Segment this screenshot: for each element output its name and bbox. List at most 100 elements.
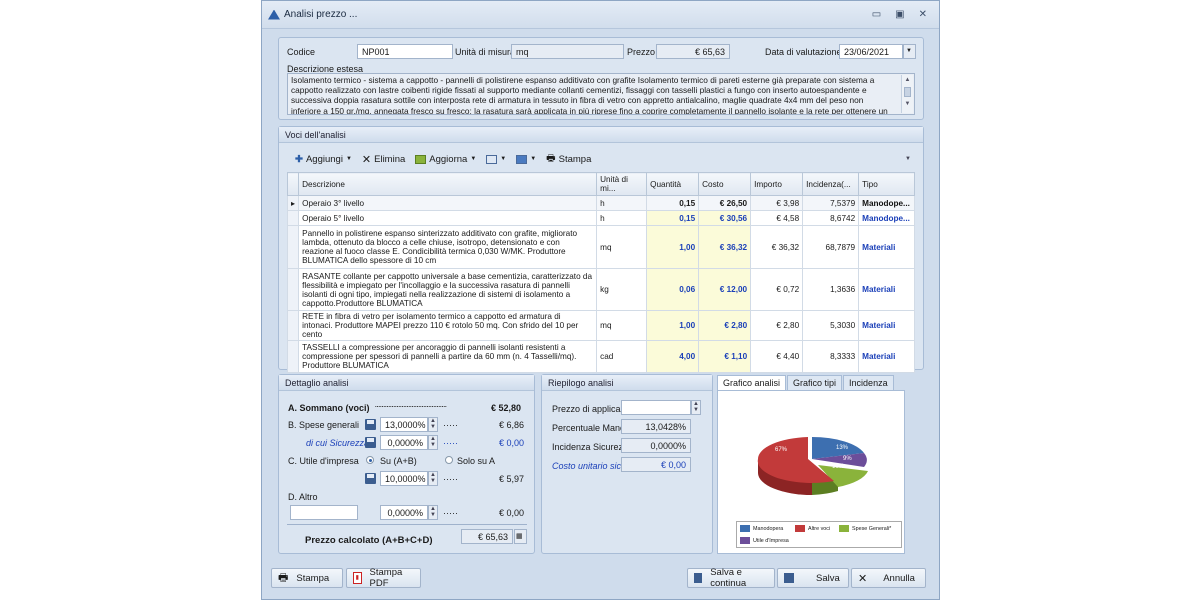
cell-tipo[interactable]: Materiali: [858, 268, 915, 311]
cell-um[interactable]: mq: [596, 225, 648, 269]
save-icon[interactable]: [365, 419, 376, 430]
stampa-toolbar-button[interactable]: 🖶 Stampa: [546, 151, 591, 168]
table-row[interactable]: Operaio 5° livello h 0,15 € 30,56 € 4,58…: [286, 210, 915, 226]
cell-costo[interactable]: € 12,00: [698, 268, 752, 311]
altro-description-input[interactable]: [290, 505, 358, 520]
altro-spinner[interactable]: ▲ ▼: [428, 505, 438, 520]
cell-quantita[interactable]: 0,15: [646, 210, 700, 226]
pie-3d: [757, 437, 868, 495]
toolbar-options-icon[interactable]: ▼: [905, 156, 911, 162]
maximize-button[interactable]: ▣: [895, 9, 904, 20]
row-indicator: [286, 340, 300, 373]
utile-spinner[interactable]: ▲ ▼: [428, 471, 438, 486]
prezzo-calcolato-value: € 65,63: [461, 529, 513, 544]
col-tipo[interactable]: Tipo: [858, 172, 915, 196]
cell-descrizione[interactable]: Operaio 5° livello: [298, 210, 598, 226]
close-button[interactable]: ✕: [919, 9, 927, 20]
sicurezza-spinner[interactable]: ▲ ▼: [428, 435, 438, 450]
col-costo[interactable]: Costo: [698, 172, 752, 196]
export-button[interactable]: ▼: [516, 154, 536, 164]
tab-incidenza[interactable]: Incidenza: [843, 375, 894, 390]
table-row[interactable]: RETE in fibra di vetro per isolamento te…: [286, 310, 915, 341]
cell-incidenza: 7,5379: [802, 195, 860, 211]
minimize-button[interactable]: ▭: [872, 9, 881, 20]
table-row[interactable]: Pannello in polistirene espanso sinteriz…: [286, 225, 915, 269]
cell-costo[interactable]: € 26,50: [698, 195, 752, 211]
codice-label: Codice: [287, 47, 316, 57]
cell-costo[interactable]: € 2,80: [698, 310, 752, 341]
solo-su-a-radio[interactable]: [445, 456, 453, 464]
col-unita[interactable]: Unità di mi...: [596, 172, 648, 196]
col-importo[interactable]: Importo: [750, 172, 804, 196]
altro-pct[interactable]: 0,0000%: [380, 505, 428, 520]
table-row[interactable]: TASSELLI a compressione per ancoraggio d…: [286, 340, 915, 373]
cell-descrizione[interactable]: RASANTE collante per cappotto universale…: [298, 268, 598, 311]
stampa-button[interactable]: 🖶 Stampa: [271, 568, 343, 588]
export-icon: [516, 154, 528, 164]
spese-generali-pct[interactable]: 13,0000%: [380, 417, 428, 432]
utile-pct[interactable]: 10,0000%: [380, 471, 428, 486]
cell-um[interactable]: kg: [596, 268, 648, 311]
cell-um[interactable]: mq: [596, 310, 648, 341]
dettaglio-panel: Dettaglio analisi A. Sommano (voci) ....…: [278, 374, 535, 554]
salva-button[interactable]: Salva: [777, 568, 849, 588]
spese-generali-spinner[interactable]: ▲ ▼: [428, 417, 438, 432]
cell-quantita[interactable]: 0,06: [646, 268, 700, 311]
cell-costo[interactable]: € 1,10: [698, 340, 752, 373]
um-field[interactable]: mq: [511, 44, 624, 59]
descrizione-scrollbar[interactable]: ▲ ▼: [901, 75, 913, 113]
save-icon[interactable]: [365, 473, 376, 484]
table-row[interactable]: ▸ Operaio 3° livello h 0,15 € 26,50 € 3,…: [286, 195, 915, 211]
altro-label: D. Altro: [288, 492, 318, 502]
su-ab-radio[interactable]: [366, 456, 374, 464]
col-quantita[interactable]: Quantità: [646, 172, 700, 196]
cell-tipo[interactable]: Materiali: [858, 310, 915, 341]
cell-descrizione[interactable]: TASSELLI a compressione per ancoraggio d…: [298, 340, 598, 373]
date-dropdown-icon[interactable]: ▼: [903, 44, 916, 59]
scroll-thumb[interactable]: [904, 87, 911, 98]
cell-costo[interactable]: € 36,32: [698, 225, 752, 269]
aggiungi-button[interactable]: ✚ Aggiungi ▼: [295, 154, 352, 165]
sicurezza-label: di cui Sicurezza: [306, 438, 370, 448]
prezzo-applicazione-spinner[interactable]: ▲ ▼: [691, 400, 701, 415]
prezzo-applicazione-input[interactable]: [621, 400, 691, 415]
stampa-pdf-button[interactable]: ▮ Stampa PDF: [346, 567, 421, 589]
codice-field[interactable]: NP001: [357, 44, 453, 59]
save-icon: [694, 573, 703, 583]
tab-grafico-analisi[interactable]: Grafico analisi: [717, 375, 787, 390]
calculator-icon[interactable]: ▦: [514, 529, 527, 544]
cell-tipo[interactable]: Materiali: [858, 225, 915, 269]
aggiorna-button[interactable]: Aggiorna ▼: [415, 154, 476, 165]
cell-tipo[interactable]: Materiali: [858, 340, 915, 373]
cell-quantita[interactable]: 1,00: [646, 225, 700, 269]
cell-descrizione[interactable]: Operaio 3° livello: [298, 195, 598, 211]
col-incidenza[interactable]: Incidenza(...: [802, 172, 860, 196]
cell-descrizione[interactable]: Pannello in polistirene espanso sinteriz…: [298, 225, 598, 269]
spese-generali-value: € 6,86: [499, 420, 525, 430]
cell-tipo[interactable]: Manodope...: [858, 210, 915, 226]
scroll-up-icon[interactable]: ▲: [902, 75, 913, 85]
cell-quantita[interactable]: 0,15: [646, 195, 700, 211]
spese-generali-label: B. Spese generali: [288, 420, 360, 430]
col-descrizione[interactable]: Descrizione: [298, 172, 598, 196]
descrizione-textarea[interactable]: Isolamento termico - sistema a cappotto …: [287, 73, 915, 115]
salva-continua-button[interactable]: Salva e continua: [687, 567, 775, 589]
annulla-button[interactable]: ✕ Annulla: [851, 568, 926, 588]
cell-tipo[interactable]: Manodope...: [858, 195, 915, 211]
cell-descrizione[interactable]: RETE in fibra di vetro per isolamento te…: [298, 310, 598, 341]
cell-um[interactable]: cad: [596, 340, 648, 373]
cell-um[interactable]: h: [596, 195, 648, 211]
layout-button[interactable]: ▼: [486, 154, 506, 164]
data-valutazione-field[interactable]: 23/06/2021: [839, 44, 903, 59]
save-icon[interactable]: [365, 437, 376, 448]
cell-quantita[interactable]: 4,00: [646, 340, 700, 373]
tab-grafico-tipi[interactable]: Grafico tipi: [787, 375, 843, 390]
scroll-down-icon[interactable]: ▼: [902, 99, 913, 109]
cell-quantita[interactable]: 1,00: [646, 310, 700, 341]
table-row[interactable]: RASANTE collante per cappotto universale…: [286, 268, 915, 311]
cell-um[interactable]: h: [596, 210, 648, 226]
cell-incidenza: 5,3030: [802, 310, 860, 341]
cell-costo[interactable]: € 30,56: [698, 210, 752, 226]
sicurezza-pct[interactable]: 0,0000%: [380, 435, 428, 450]
elimina-button[interactable]: ✕ Elimina: [362, 153, 405, 166]
